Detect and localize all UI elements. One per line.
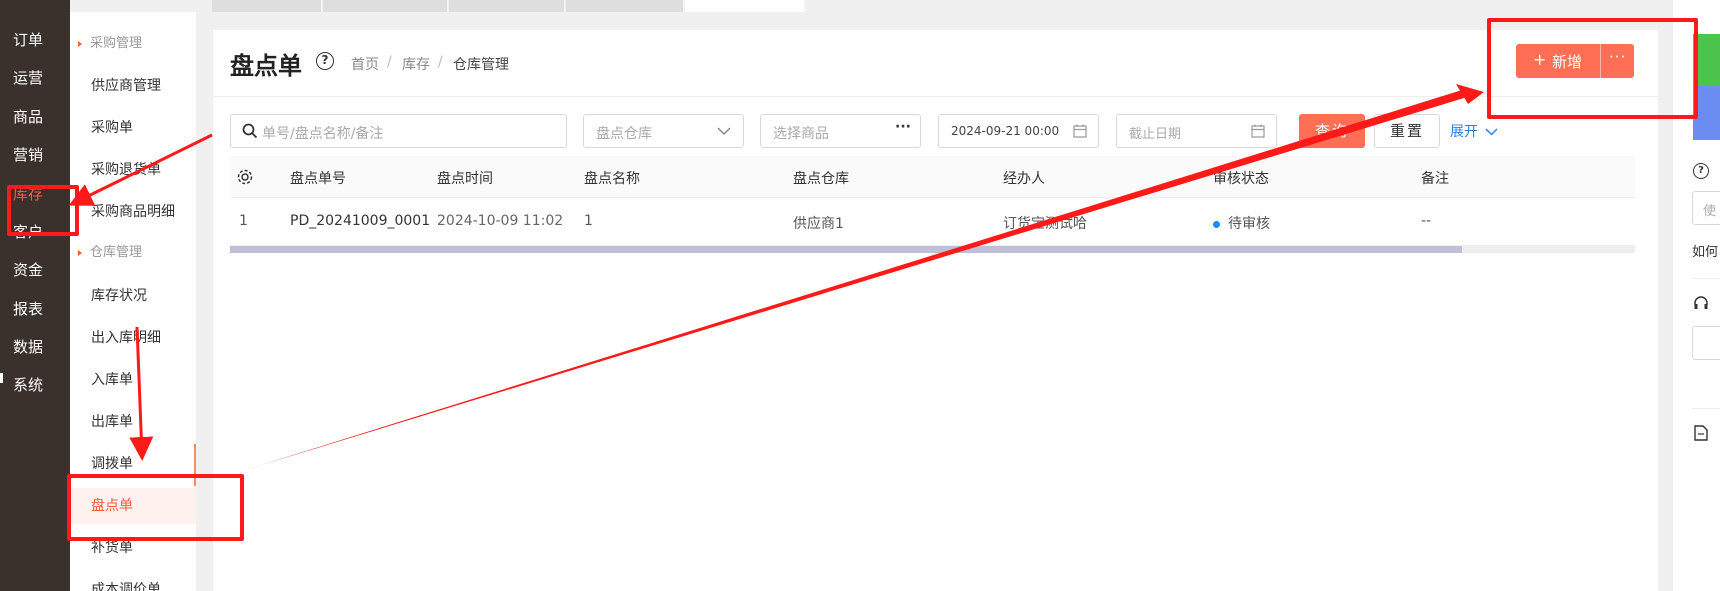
caret-icon [78,250,82,256]
top-tab[interactable] [212,0,322,12]
chevron-down-icon [1485,128,1498,136]
divider [1692,408,1720,409]
table-header: 盘点单号 盘点时间 盘点名称 盘点仓库 经办人 审核状态 备注 [230,156,1635,198]
breadcrumb-separator: / [438,54,443,70]
warehouse-select[interactable]: 盘点仓库 [583,114,744,148]
column-header[interactable]: 盘点仓库 [793,168,849,188]
breadcrumb-home[interactable]: 首页 [351,54,379,74]
nav-marker [0,373,3,383]
submenu-group-purchase[interactable]: 采购管理 [70,29,196,59]
horizontal-scrollbar[interactable] [230,246,1635,253]
product-select[interactable]: 选择商品 ··· [760,114,921,148]
table-row[interactable]: 1 PD_20241009_0001 2024-10-09 11:02 1 供应… [230,198,1635,246]
submenu-item-cost-adjust[interactable]: 成本调价单 [70,572,196,591]
submenu-group-label: 采购管理 [90,36,143,51]
submenu-item-inout-detail[interactable]: 出入库明细 [70,320,196,356]
cell-handler: 订货宝测试哈 [1003,216,1087,232]
right-input-text: 使 [1703,204,1717,219]
headset-icon[interactable] [1693,295,1709,311]
search-input[interactable]: 单号/盘点名称/备注 [230,114,567,148]
product-placeholder: 选择商品 [773,126,829,142]
calendar-icon [1073,124,1087,138]
column-header[interactable]: 盘点单号 [290,168,346,188]
right-input[interactable]: 使 [1692,191,1720,225]
submenu-item-outbound[interactable]: 出库单 [70,404,196,440]
submenu-item-purchase-order[interactable]: 采购单 [70,110,196,146]
submenu-item-purchase-return[interactable]: 采购退货单 [70,152,196,188]
top-tab[interactable] [449,0,565,12]
submenu-group-label: 仓库管理 [90,245,143,260]
top-tab-active[interactable] [685,0,805,12]
cell-order-no[interactable]: PD_20241009_0001 [290,213,430,229]
column-header[interactable]: 盘点时间 [437,168,493,188]
annotation-box-add [1487,18,1698,119]
gear-icon[interactable] [236,168,254,186]
divider [213,96,1658,97]
nav-item-marketing[interactable]: 营销 [0,137,70,173]
annotation-box-stocktake [67,474,244,541]
right-box[interactable] [1692,326,1720,360]
document-icon[interactable] [1694,425,1708,441]
nav-item-data[interactable]: 数据 [0,329,70,365]
breadcrumb-separator: / [387,54,392,70]
calendar-icon [1251,124,1265,138]
nav-item-orders[interactable]: 订单 [0,22,70,58]
chevron-down-icon [717,127,731,136]
status-text: 待审核 [1228,216,1270,232]
breadcrumb-warehouse: 仓库管理 [453,57,509,73]
nav-item-funds[interactable]: 资金 [0,252,70,288]
annotation-box-inventory [7,185,79,236]
reset-button[interactable]: 重置 [1374,114,1440,148]
column-header[interactable]: 盘点名称 [584,168,640,188]
cell-time: 2024-10-09 11:02 [437,213,564,229]
submenu-item-stock-status[interactable]: 库存状况 [70,278,196,314]
cell-remark: -- [1421,213,1432,229]
right-link[interactable]: 如何 [1692,241,1718,260]
nav-item-system[interactable]: 系统 [0,367,70,403]
start-date-input[interactable]: 2024-09-21 00:00 [938,114,1099,148]
submenu-item-suppliers[interactable]: 供应商管理 [70,68,196,104]
help-icon[interactable]: ? [1693,163,1709,179]
cell-name: 1 [584,213,593,229]
status-dot [1213,220,1220,228]
submenu-item-inbound[interactable]: 入库单 [70,362,196,398]
breadcrumb-inventory[interactable]: 库存 [402,54,430,74]
nav-item-products[interactable]: 商品 [0,99,70,135]
start-date-value: 2024-09-21 00:00 [951,124,1060,138]
query-button[interactable]: 查询 [1299,114,1365,148]
main-panel: 盘点单 ? 首页 / 库存 / 仓库管理 + 新增 ··· 单号/盘点名称/备注… [213,30,1658,591]
submenu-item-purchase-detail[interactable]: 采购商品明细 [70,194,196,230]
column-header[interactable]: 经办人 [1003,168,1045,188]
more-icon[interactable]: ··· [895,119,911,135]
column-header[interactable]: 备注 [1421,168,1449,188]
search-icon [242,123,258,139]
caret-icon [78,41,82,47]
end-date-placeholder: 截止日期 [1129,127,1182,142]
divider [1692,278,1720,279]
warehouse-placeholder: 盘点仓库 [596,126,652,142]
help-icon[interactable]: ? [316,52,334,70]
expand-label: 展开 [1450,124,1478,140]
cell-status: 待审核 [1213,213,1270,233]
nav-item-operations[interactable]: 运营 [0,60,70,96]
row-index: 1 [239,213,248,229]
nav-item-reports[interactable]: 报表 [0,291,70,327]
expand-link[interactable]: 展开 [1450,121,1498,141]
end-date-input[interactable]: 截止日期 [1116,114,1277,148]
page-title: 盘点单 [230,52,302,80]
scrollbar-thumb[interactable] [230,246,1462,253]
cell-warehouse: 供应商1 [793,216,844,232]
main-nav: 订单 运营 商品 营销 库存 客户 资金 报表 数据 系统 [0,0,70,591]
submenu-group-warehouse[interactable]: 仓库管理 [70,238,196,268]
search-placeholder: 单号/盘点名称/备注 [262,126,384,142]
top-tab[interactable] [566,0,684,12]
top-tab[interactable] [323,0,448,12]
column-header[interactable]: 审核状态 [1213,168,1269,188]
